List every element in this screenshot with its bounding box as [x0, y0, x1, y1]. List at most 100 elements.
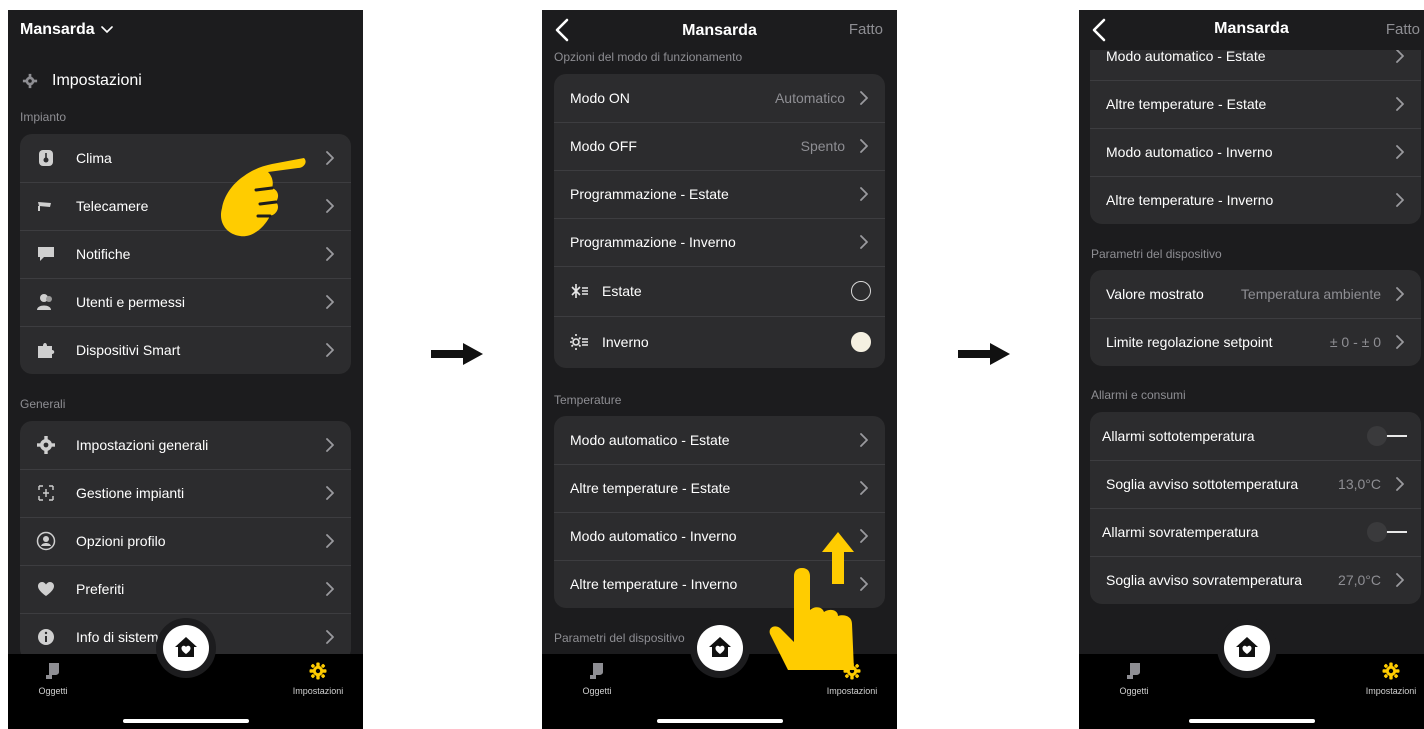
tab-oggetti[interactable]: Oggetti: [1089, 662, 1179, 696]
done-button[interactable]: Fatto: [849, 21, 883, 38]
item-label: Altre temperature - Estate: [570, 480, 731, 496]
option-modo-off[interactable]: Modo OFF Spento: [554, 122, 885, 170]
item-label: Dispositivi Smart: [76, 342, 181, 358]
house-heart-icon: [1235, 635, 1259, 659]
home-indicator: [122, 719, 249, 723]
thermostat-icon: [39, 150, 53, 166]
chevron-right-icon: [323, 582, 337, 596]
settings-item-opzioni-profilo[interactable]: Opzioni profilo: [20, 517, 351, 565]
settings-header: Impostazioni: [22, 72, 142, 90]
home-favorites-button[interactable]: [155, 618, 216, 678]
settings-item-utenti[interactable]: Utenti e permessi: [20, 278, 351, 326]
item-value: Automatico: [774, 90, 845, 106]
tab-label: Oggetti: [582, 686, 612, 696]
item-label: Estate: [602, 283, 642, 299]
item-value: 13,0°C: [1338, 476, 1381, 492]
tab-impostazioni[interactable]: Impostazioni: [273, 662, 363, 696]
option-altre-temp-estate[interactable]: Altre temperature - Estate: [554, 464, 885, 512]
toggle-allarmi-sottotemperatura[interactable]: [1367, 426, 1407, 446]
arrow-right-icon: [958, 343, 1010, 365]
house-heart-icon: [708, 635, 732, 659]
chevron-right-icon: [857, 433, 871, 447]
season-inverno[interactable]: Inverno: [554, 316, 885, 368]
chat-bubble-icon: [38, 247, 54, 261]
option-altre-temp-inverno[interactable]: Altre temperature - Inverno: [1090, 176, 1421, 224]
chevron-right-icon: [323, 486, 337, 500]
device-params-list: Valore mostrato Temperatura ambiente Lim…: [1090, 270, 1421, 366]
settings-item-preferiti[interactable]: Preferiti: [20, 565, 351, 613]
item-label: Soglia avviso sottotemperatura: [1106, 476, 1299, 492]
chevron-right-icon: [857, 235, 871, 249]
radio-inverno-selected[interactable]: [851, 332, 871, 352]
section-alarms: Allarmi e consumi: [1091, 388, 1186, 402]
section-device: Parametri del dispositivo: [1091, 247, 1222, 261]
option-modo-on[interactable]: Modo ON Automatico: [554, 74, 885, 122]
settings-item-gestione-impianti[interactable]: Gestione impianti: [20, 469, 351, 517]
settings-item-dispositivi-smart[interactable]: Dispositivi Smart: [20, 326, 351, 374]
item-label: Modo automatico - Inverno: [1106, 144, 1273, 160]
back-chevron-icon[interactable]: [1091, 18, 1107, 42]
option-modo-auto-inverno[interactable]: Modo automatico - Inverno: [1090, 128, 1421, 176]
gear-icon: [22, 73, 38, 89]
info-icon: [38, 629, 54, 645]
radio-estate[interactable]: [851, 281, 871, 301]
item-label: Modo automatico - Estate: [570, 432, 730, 448]
item-label: Altre temperature - Estate: [1106, 96, 1267, 112]
item-value: Temperatura ambiente: [1240, 286, 1381, 302]
item-label: Modo automatico - Estate: [1106, 48, 1266, 64]
house-selector[interactable]: Mansarda: [20, 21, 113, 39]
tab-oggetti[interactable]: Oggetti: [552, 662, 642, 696]
item-label: Allarmi sovratemperatura: [1102, 524, 1259, 540]
chevron-right-icon: [323, 199, 337, 213]
temperature-list: Modo automatico - Estate Altre temperatu…: [1090, 32, 1421, 224]
option-programmazione-estate[interactable]: Programmazione - Estate: [554, 170, 885, 218]
pointing-hand-icon: [220, 158, 306, 237]
chevron-right-icon: [323, 343, 337, 357]
chevron-right-icon: [323, 247, 337, 261]
gear-icon: [37, 436, 55, 454]
item-label: Altre temperature - Inverno: [1106, 192, 1274, 208]
navigation-bar: Mansarda Fatto: [1079, 10, 1424, 50]
alarm-sottotemperatura: Allarmi sottotemperatura: [1090, 412, 1421, 460]
param-limite-setpoint[interactable]: Limite regolazione setpoint ± 0 - ± 0: [1090, 318, 1421, 366]
chevron-right-icon: [1393, 145, 1407, 159]
option-altre-temp-estate[interactable]: Altre temperature - Estate: [1090, 80, 1421, 128]
item-label: Modo OFF: [570, 138, 637, 154]
item-label: Opzioni profilo: [76, 533, 166, 549]
item-label: Limite regolazione setpoint: [1106, 334, 1273, 350]
season-estate[interactable]: Estate: [554, 266, 885, 316]
camera-icon: [38, 202, 51, 211]
chevron-right-icon: [1393, 97, 1407, 111]
item-label: Modo ON: [570, 90, 630, 106]
done-button[interactable]: Fatto: [1386, 21, 1420, 38]
section-device: Parametri del dispositivo: [554, 631, 685, 645]
item-label: Soglia avviso sovratemperatura: [1106, 572, 1303, 588]
home-favorites-button[interactable]: [1216, 618, 1277, 678]
back-chevron-icon[interactable]: [554, 18, 570, 42]
threshold-sovratemperatura[interactable]: Soglia avviso sovratemperatura 27,0°C: [1090, 556, 1421, 604]
param-valore-mostrato[interactable]: Valore mostrato Temperatura ambiente: [1090, 270, 1421, 318]
threshold-sottotemperatura[interactable]: Soglia avviso sottotemperatura 13,0°C: [1090, 460, 1421, 508]
objects-icon: [1125, 662, 1143, 680]
house-name: Mansarda: [20, 21, 95, 38]
tab-oggetti[interactable]: Oggetti: [8, 662, 98, 696]
toggle-allarmi-sovratemperatura[interactable]: [1367, 522, 1407, 542]
section-impianto: Impianto: [20, 110, 67, 124]
gear-icon: [309, 662, 327, 680]
tab-impostazioni[interactable]: Impostazioni: [1346, 662, 1424, 696]
item-value: 27,0°C: [1338, 572, 1381, 588]
option-programmazione-inverno[interactable]: Programmazione - Inverno: [554, 218, 885, 266]
sun-icon: [570, 334, 588, 350]
tab-label: Impostazioni: [292, 686, 344, 696]
screen-clima-options: Mansarda Fatto Opzioni del modo di funzi…: [542, 10, 897, 729]
settings-item-impostazioni-generali[interactable]: Impostazioni generali: [20, 421, 351, 469]
option-modo-auto-estate[interactable]: Modo automatico - Estate: [554, 416, 885, 464]
chevron-right-icon: [1393, 287, 1407, 301]
home-favorites-button[interactable]: [689, 618, 750, 678]
objects-icon: [588, 662, 606, 680]
users-icon: [37, 294, 52, 310]
alarms-list: Allarmi sottotemperatura Soglia avviso s…: [1090, 412, 1421, 604]
item-label: Inverno: [602, 334, 649, 350]
nav-title: Mansarda: [1214, 20, 1289, 37]
item-label: Valore mostrato: [1106, 286, 1204, 302]
